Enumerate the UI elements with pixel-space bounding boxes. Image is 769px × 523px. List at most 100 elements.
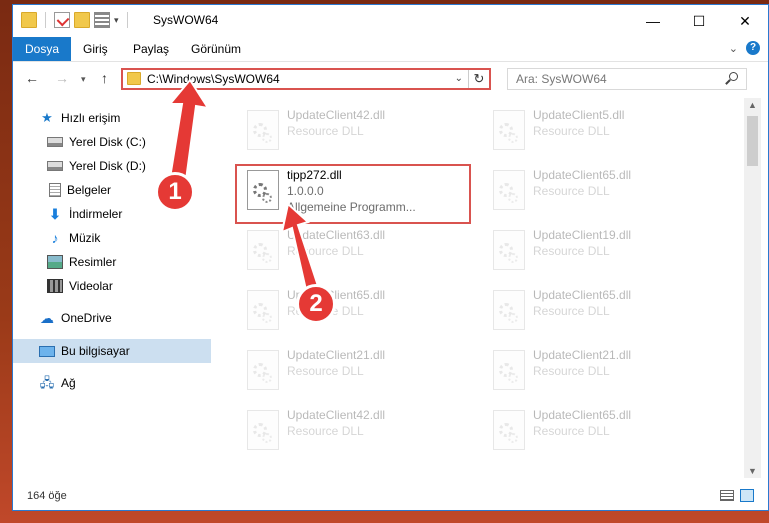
file-name: UpdateClient63.dll [287,228,386,242]
file-item[interactable]: UpdateClient21.dll Resource DLL [483,344,715,404]
file-description: Resource DLL [287,124,364,138]
sidebar-item-label: Müzik [69,231,101,245]
forward-arrow-icon[interactable]: → [55,70,69,86]
sidebar-item-label: Ağ [61,376,76,390]
qat-separator [126,12,128,28]
sidebar-item-label: Videolar [69,279,113,293]
dll-file-icon [493,110,525,150]
step-badge-2: 2 [296,284,336,324]
dll-file-icon [493,230,525,270]
dll-file-icon [493,410,525,450]
large-icons-view-icon[interactable] [740,489,754,502]
file-item[interactable]: UpdateClient65.dll Resource DLL [483,164,715,224]
refresh-icon[interactable]: ↻ [468,70,489,88]
file-description: Resource DLL [533,364,610,378]
quick-access-toolbar: ▾ [21,12,132,28]
address-dropdown-icon[interactable]: ⌄ [455,73,463,84]
title-bar: ▾ SysWOW64 — ☐ ✕ [13,5,768,37]
dll-file-icon [247,410,279,450]
sidebar-item-network[interactable]: 🖧 Ağ [13,371,235,395]
tab-view[interactable]: Görünüm [181,37,251,61]
file-name: UpdateClient5.dll [533,108,625,122]
search-input[interactable]: Ara: SysWOW64 [516,72,607,86]
sidebar-item-downloads[interactable]: ⬇ İndirmeler 📌 [13,202,243,226]
network-icon: 🖧 [39,375,55,390]
file-description: Resource DLL [533,304,610,318]
file-item[interactable]: UpdateClient65.dll Resource DLL [237,284,469,344]
file-name: UpdateClient21.dll [533,348,632,362]
file-item[interactable]: UpdateClient5.dll Resource DLL [483,104,715,164]
pictures-icon [47,255,63,269]
address-bar[interactable]: C:\Windows\SysWOW64 ⌄ ↻ [121,68,491,90]
documents-icon [49,183,61,197]
download-arrow-icon: ⬇ [49,206,61,222]
file-description: Resource DLL [533,244,610,258]
sidebar-item-quick-access[interactable]: ★ Hızlı erişim [13,106,235,130]
sidebar-item-label: Hızlı erişim [61,111,121,125]
new-folder-icon[interactable] [74,12,90,28]
scroll-down-icon[interactable]: ▼ [744,466,761,476]
file-name: UpdateClient21.dll [287,348,386,362]
folder-icon [21,12,37,28]
file-item[interactable]: UpdateClient21.dll Resource DLL [237,344,469,404]
back-arrow-icon[interactable]: ← [25,70,39,86]
qat-dropdown-icon[interactable]: ▾ [114,15,119,26]
file-description: Resource DLL [287,364,364,378]
search-icon [729,72,738,81]
film-icon [47,279,63,293]
sidebar-item-onedrive[interactable]: ☁ OneDrive [13,306,235,330]
tab-file[interactable]: Dosya [13,37,71,61]
file-item[interactable]: UpdateClient65.dll Resource DLL [483,404,715,464]
minimize-button[interactable]: — [630,5,676,37]
file-description: Resource DLL [533,184,610,198]
file-name: UpdateClient65.dll [533,168,632,182]
disk-icon [47,161,63,171]
step-badge-1: 1 [155,172,195,212]
file-item[interactable]: UpdateClient19.dll Resource DLL [483,224,715,284]
file-description: Resource DLL [287,424,364,438]
file-item[interactable]: UpdateClient42.dll Resource DLL [237,104,469,164]
sidebar-item-local-disk-c[interactable]: Yerel Disk (C:) 📌 [13,130,243,154]
vertical-scrollbar[interactable]: ▲ ▼ [744,98,761,478]
file-name: UpdateClient65.dll [533,408,632,422]
search-box[interactable]: Ara: SysWOW64 [507,68,747,90]
sidebar-item-pictures[interactable]: Resimler 📌 [13,250,243,274]
file-item[interactable]: UpdateClient63.dll Resource DLL [237,224,469,284]
file-item[interactable]: UpdateClient42.dll Resource DLL [237,404,469,464]
details-view-icon[interactable] [720,490,734,501]
dll-file-icon [247,290,279,330]
folder-icon [127,72,141,85]
ribbon-expand-icon[interactable]: ⌄ [729,42,738,55]
sidebar-item-label: Yerel Disk (C:) [69,135,146,149]
properties-icon[interactable] [54,12,70,28]
address-path[interactable]: C:\Windows\SysWOW64 [147,72,280,86]
navigation-pane: ★ Hızlı erişim Yerel Disk (C:) 📌 Yerel D… [13,98,241,478]
cloud-icon: ☁ [40,310,54,326]
sidebar-item-label: OneDrive [61,311,112,325]
item-count: 164 öğe [27,490,67,502]
sidebar-item-this-pc[interactable]: Bu bilgisayar [13,339,235,363]
dll-file-icon [247,110,279,150]
sidebar-item-label: Resimler [69,255,117,269]
star-icon: ★ [41,110,53,125]
sidebar-item-local-disk-d[interactable]: Yerel Disk (D:) 📌 [13,154,243,178]
ribbon-tabs: Dosya Giriş Paylaş Görünüm ⌄ ? [13,37,768,62]
recent-locations-icon[interactable]: ▾ [81,74,86,85]
file-name: UpdateClient42.dll [287,408,386,422]
sidebar-item-music[interactable]: ♪ Müzik 📌 [13,226,243,250]
sidebar-item-label: İndirmeler [69,207,123,221]
tab-share[interactable]: Paylaş [123,37,179,61]
file-item[interactable]: UpdateClient65.dll Resource DLL [483,284,715,344]
scroll-up-icon[interactable]: ▲ [744,100,761,110]
up-arrow-icon[interactable]: ↑ [101,70,108,86]
dll-file-icon [247,350,279,390]
scroll-thumb[interactable] [747,116,758,166]
maximize-button[interactable]: ☐ [676,5,722,37]
view-options-icon[interactable] [94,12,110,28]
tab-home[interactable]: Giriş [73,37,118,61]
status-bar: 164 öğe [13,482,768,510]
close-button[interactable]: ✕ [722,5,768,37]
help-icon[interactable]: ? [746,41,760,55]
disk-icon [47,137,63,147]
sidebar-item-videos[interactable]: Videolar 📌 [13,274,243,298]
